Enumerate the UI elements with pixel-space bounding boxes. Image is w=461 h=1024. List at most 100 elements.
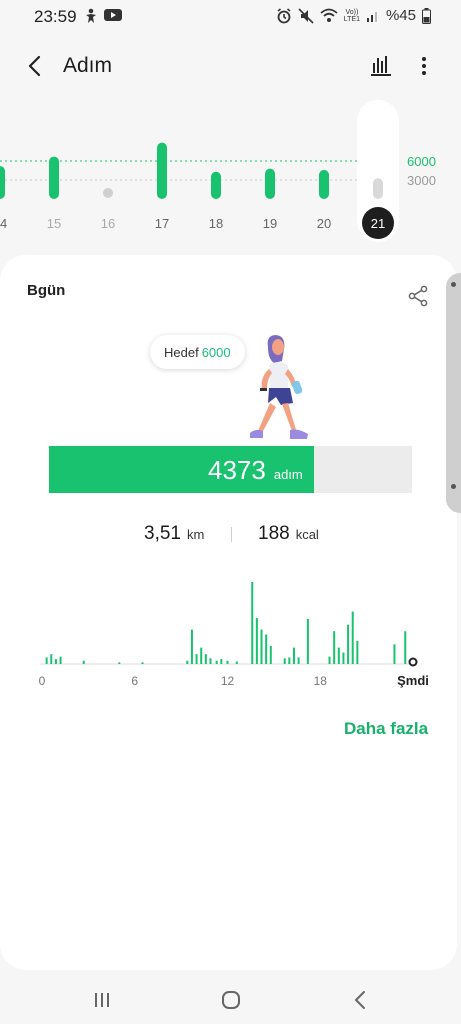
goal-axis-label: 6000 — [407, 154, 436, 169]
day-bar[interactable] — [0, 166, 5, 199]
share-icon — [408, 285, 428, 307]
day-bar[interactable] — [373, 178, 383, 199]
battery-icon — [422, 7, 431, 24]
hour-bar — [306, 618, 309, 664]
accessibility-icon — [86, 8, 96, 23]
home-icon — [222, 991, 240, 1009]
status-bar: 23:59 Vo)) LTE1 %45 — [0, 0, 461, 36]
day-label[interactable]: 21 — [371, 216, 385, 231]
back-icon — [354, 991, 365, 1009]
hour-bar — [190, 629, 193, 664]
now-marker — [408, 657, 418, 667]
day-label[interactable]: 18 — [209, 216, 223, 231]
day-bar[interactable] — [49, 156, 59, 199]
x-tick-label: 6 — [131, 674, 138, 688]
navigation-bar — [0, 975, 461, 1024]
hour-bar — [45, 657, 48, 664]
hour-bar — [251, 582, 254, 664]
hour-bar — [356, 641, 359, 664]
x-tick-label: 0 — [39, 674, 46, 688]
hour-bar — [215, 660, 218, 664]
hour-bar — [260, 629, 263, 664]
back-arrow-icon — [28, 55, 41, 77]
share-button[interactable] — [406, 284, 430, 308]
goal-label: Hedef — [164, 344, 199, 360]
day-bar[interactable] — [211, 171, 221, 199]
x-tick-label: Şmdi — [397, 673, 429, 688]
x-tick-label: 12 — [221, 674, 235, 688]
trends-button[interactable] — [367, 52, 395, 80]
hour-bar — [347, 624, 350, 664]
wifi-icon — [320, 8, 338, 22]
stats-row: 3,51 km 188 kcal — [0, 523, 461, 549]
hour-bar — [235, 661, 238, 664]
day-bar[interactable] — [319, 169, 329, 199]
hour-bar — [288, 657, 291, 664]
hour-bar — [269, 645, 272, 664]
calories-unit: kcal — [295, 527, 319, 542]
back-button[interactable] — [22, 52, 50, 80]
mute-icon — [298, 7, 314, 24]
x-tick-label: 18 — [314, 674, 328, 688]
youtube-icon — [104, 9, 122, 21]
hour-bar — [82, 660, 85, 664]
goal-bubble[interactable]: Hedef 6000 — [150, 335, 245, 369]
hour-bar — [255, 618, 258, 664]
day-bar[interactable] — [157, 142, 167, 199]
goal-value: 6000 — [201, 344, 231, 360]
calories-stat: 188 kcal — [258, 523, 319, 545]
day-bar[interactable] — [265, 168, 275, 199]
more-options-button[interactable] — [410, 52, 438, 80]
recents-icon — [95, 993, 109, 1007]
hour-bar — [195, 654, 198, 664]
hour-bar — [220, 659, 223, 664]
home-button[interactable] — [216, 985, 246, 1015]
hour-bar — [328, 656, 331, 664]
hour-bar — [351, 611, 354, 664]
bar-chart-icon — [371, 56, 391, 76]
more-link[interactable]: Daha fazla — [344, 719, 428, 739]
lte-bottom-label: LTE1 — [343, 15, 360, 23]
mid-axis-label: 3000 — [407, 173, 436, 188]
day-label[interactable]: 19 — [263, 216, 277, 231]
hour-bar — [209, 658, 212, 664]
distance-stat: 3,51 km — [144, 523, 204, 545]
hourly-steps-chart[interactable]: 0 6 12 18 Şmdi — [30, 572, 450, 694]
hour-bar — [297, 657, 300, 664]
distance-value: 3,51 — [144, 523, 181, 544]
week-steps-chart[interactable]: 6000 3000 14 15 16 17 18 19 20 21 — [0, 96, 461, 246]
hour-bar — [292, 647, 295, 664]
hour-bar — [118, 662, 121, 664]
nav-back-button[interactable] — [346, 985, 376, 1015]
alarm-icon — [277, 7, 291, 23]
hour-bar — [333, 631, 336, 664]
hour-bar — [393, 644, 396, 664]
hour-bar — [226, 660, 229, 664]
hour-bar — [50, 654, 53, 664]
lte-indicator: Vo)) LTE1 — [344, 9, 360, 23]
day-label[interactable]: 17 — [155, 216, 169, 231]
day-label[interactable]: 20 — [317, 216, 331, 231]
hour-bar — [404, 631, 407, 664]
status-time: 23:59 — [34, 7, 77, 26]
day-label[interactable]: 15 — [47, 216, 61, 231]
lte-top-label: Vo)) — [345, 8, 359, 16]
walking-person-illustration — [250, 335, 308, 439]
page-title: Adım — [63, 54, 113, 77]
day-label[interactable]: 14 — [0, 216, 7, 231]
hour-bar — [204, 654, 207, 664]
app-bar: Adım — [0, 40, 461, 92]
hour-bar — [54, 659, 57, 664]
day-label: Bgün — [27, 282, 66, 299]
distance-unit: km — [186, 527, 205, 542]
hour-bar — [200, 647, 203, 664]
recents-button[interactable] — [87, 985, 117, 1015]
signal-icon — [366, 11, 377, 22]
day-label[interactable]: 16 — [101, 216, 115, 231]
hour-bar — [265, 634, 268, 664]
more-vert-icon — [422, 57, 426, 75]
calories-value: 188 — [258, 523, 290, 544]
edge-panel-handle[interactable] — [446, 273, 461, 513]
steps-number: 4373 — [208, 455, 266, 485]
day-bar-empty[interactable] — [103, 188, 113, 198]
